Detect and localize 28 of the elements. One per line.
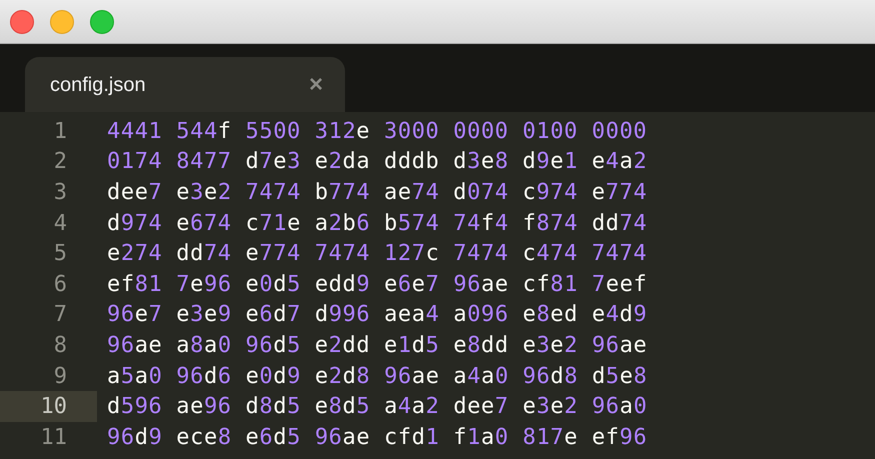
code-line: e274 dd74 e774 7474 127c 7474 c474 7474 [106,240,648,268]
line-number: 9 [52,362,68,391]
code-line: 4441 544f 5500 312e 3000 0000 0100 0000 [106,118,648,146]
line-number: 5 [52,240,68,268]
line-number: 6 [52,270,68,299]
code-line: d596 ae96 d8d5 e8d5 a4a2 dee7 e3e2 96a0 [106,393,648,422]
line-number: 11 [40,424,68,452]
close-button[interactable]: × [308,72,323,96]
line-number: 2 [52,148,68,176]
minimize-button[interactable] [50,10,74,34]
line-number: 3 [52,178,68,207]
line-number: 10 [0,391,97,422]
code-line: d974 e674 c71e a2b6 b574 74f4 f874 dd74 [106,210,648,238]
tab[interactable]: config.json × [25,57,345,112]
tab-label: config.json [50,72,147,98]
zoom-button[interactable] [90,10,114,34]
code-line: ef81 7e96 e0d5 edd9 e6e7 96ae cf81 7eef [106,270,648,299]
code-line: dee7 e3e2 7474 b774 ae74 d074 c974 e774 [106,178,648,207]
code-line: a5a0 96d6 e0d9 e2d8 96ae a4a0 96d8 d5e8 [106,362,648,391]
code-line: 96d9 ece8 e6d5 96ae cfd1 f1a0 817e ef96 [106,424,648,452]
code-line: 96ae a8a0 96d5 e2dd e1d5 e8dd e3e2 96ae [106,332,648,360]
code-line: 0174 8477 d7e3 e2da dddb d3e8 d9e1 e4a2 [106,148,648,176]
line-number: 1 [52,118,68,146]
line-number: 7 [52,301,68,330]
line-number: 8 [52,332,68,360]
close-button[interactable] [10,10,34,34]
line-number: 4 [52,210,68,238]
code-line: 96e7 e3e9 e6d7 d996 aea4 a096 e8ed e4d9 [106,301,648,330]
